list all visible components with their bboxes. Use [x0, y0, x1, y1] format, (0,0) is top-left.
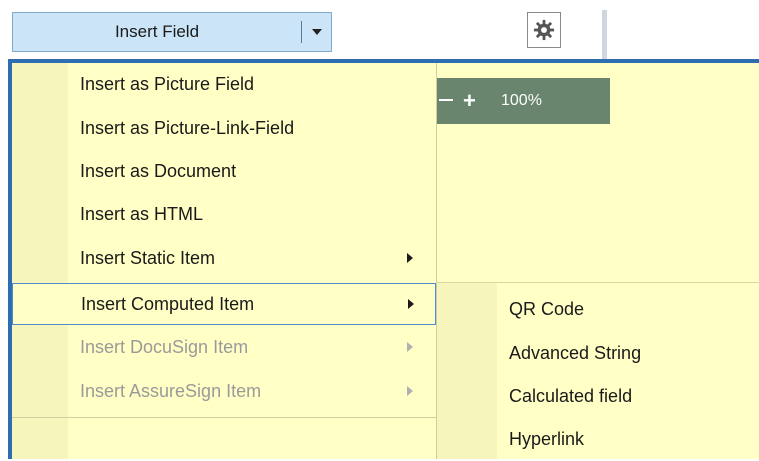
chevron-down-icon: [312, 29, 322, 35]
insert-field-split-button[interactable]: Insert Field: [12, 12, 332, 52]
submenu-item-hyperlink[interactable]: Hyperlink: [437, 417, 759, 461]
menu-item-label: Insert DocuSign Item: [80, 337, 249, 357]
submenu-arrow-icon: [408, 299, 414, 309]
menu-item-insert-as-picture-field[interactable]: Insert as Picture Field: [12, 65, 436, 104]
computed-item-submenu: QR Code Advanced String Calculated field…: [437, 283, 759, 459]
insert-field-button[interactable]: Insert Field: [13, 13, 301, 51]
submenu-item-advanced-string[interactable]: Advanced String: [437, 331, 759, 375]
menu-item-insert-as-html[interactable]: Insert as HTML: [12, 195, 436, 234]
insert-field-menu: Insert as Picture Field Insert as Pictur…: [12, 63, 437, 459]
submenu-arrow-icon: [407, 253, 413, 263]
menu-item-insert-as-picture-link-field[interactable]: Insert as Picture-Link-Field: [12, 109, 436, 148]
settings-button[interactable]: [527, 12, 561, 48]
zoom-out-icon[interactable]: [439, 99, 453, 101]
submenu-item-label: Hyperlink: [509, 428, 585, 449]
toolbar-divider: [602, 10, 607, 62]
zoom-bar: + 100%: [437, 78, 610, 124]
menu-item-label: Insert Static Item: [80, 248, 216, 268]
menu-item-label: Insert as Picture-Link-Field: [80, 118, 295, 138]
menu-item-insert-as-document[interactable]: Insert as Document: [12, 152, 436, 191]
split-divider: [301, 21, 302, 43]
menu-item-insert-static-item[interactable]: Insert Static Item: [12, 239, 436, 278]
menu-separator: [12, 417, 436, 418]
submenu-item-label: QR Code: [509, 298, 585, 319]
submenu-item-qr-code[interactable]: QR Code: [437, 287, 759, 331]
submenu-arrow-icon: [407, 342, 413, 352]
menu-item-label: Insert as Picture Field: [80, 74, 255, 94]
menu-item-label: Insert AssureSign Item: [80, 381, 262, 401]
menu-item-label: Insert as HTML: [80, 204, 204, 224]
submenu-item-label: Advanced String: [509, 342, 642, 363]
menu-item-label: Insert as Document: [80, 161, 237, 181]
insert-field-label: Insert Field: [114, 22, 200, 41]
menu-item-label: Insert Computed Item: [81, 293, 255, 314]
menu-item-insert-assuresign-item: Insert AssureSign Item: [12, 372, 436, 411]
zoom-in-icon[interactable]: +: [463, 90, 476, 112]
insert-field-dropdown-button[interactable]: [303, 13, 331, 51]
submenu-item-calculated-field[interactable]: Calculated field: [437, 374, 759, 418]
menu-item-insert-docusign-item: Insert DocuSign Item: [12, 328, 436, 367]
zoom-level: 100%: [501, 92, 542, 109]
menu-item-insert-computed-item[interactable]: Insert Computed Item: [12, 283, 436, 325]
submenu-arrow-icon: [407, 386, 413, 396]
gear-icon: [533, 19, 555, 41]
submenu-item-label: Calculated field: [509, 385, 633, 406]
